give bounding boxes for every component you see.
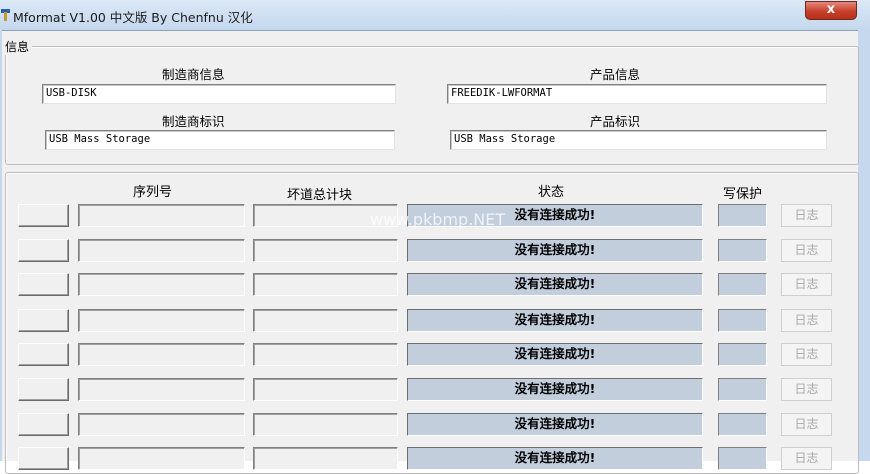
bad-blocks-field[interactable] <box>253 273 398 296</box>
product-id-label: 产品标识 <box>590 114 641 129</box>
write-protect-field <box>718 378 767 401</box>
device-select-button[interactable] <box>18 343 69 366</box>
manufacturer-info-label: 制造商信息 <box>162 67 225 82</box>
status-field: 没有连接成功! <box>407 273 703 296</box>
device-select-button[interactable] <box>18 239 69 262</box>
bad-blocks-field[interactable] <box>253 343 398 366</box>
bad-blocks-header: 坏道总计块 <box>287 188 353 203</box>
write-protect-field <box>718 343 767 366</box>
status-field: 没有连接成功! <box>407 378 703 401</box>
write-protect-header: 写保护 <box>723 187 763 202</box>
product-id-field[interactable]: USB Mass Storage <box>450 130 827 150</box>
serial-field[interactable] <box>78 447 245 470</box>
close-icon: x <box>826 2 836 17</box>
serial-field[interactable] <box>78 309 245 332</box>
manufacturer-id-field[interactable]: USB Mass Storage <box>45 130 395 150</box>
serial-field[interactable] <box>78 343 245 366</box>
serial-field[interactable] <box>78 204 245 227</box>
log-button[interactable]: 日志 <box>781 239 832 262</box>
product-info-label: 产品信息 <box>590 67 641 82</box>
manufacturer-info-field[interactable]: USB-DISK <box>42 84 396 104</box>
log-button[interactable]: 日志 <box>781 273 832 296</box>
bad-blocks-field[interactable] <box>253 378 398 401</box>
device-select-button[interactable] <box>18 309 69 332</box>
serial-field[interactable] <box>78 239 245 262</box>
window-frame-right <box>858 30 870 461</box>
device-select-button[interactable] <box>18 273 69 296</box>
bad-blocks-field[interactable] <box>253 204 398 227</box>
status-field: 没有连接成功! <box>407 239 703 262</box>
app-icon <box>1 9 10 21</box>
log-button[interactable]: 日志 <box>781 309 832 332</box>
device-select-button[interactable] <box>18 378 69 401</box>
write-protect-field <box>718 239 767 262</box>
manufacturer-id-label: 制造商标识 <box>162 114 225 129</box>
bad-blocks-field[interactable] <box>253 447 398 470</box>
write-protect-field <box>718 447 767 470</box>
serial-field[interactable] <box>78 413 245 436</box>
log-button[interactable]: 日志 <box>781 204 832 227</box>
bad-blocks-field[interactable] <box>253 413 398 436</box>
serial-field[interactable] <box>78 378 245 401</box>
write-protect-field <box>718 204 767 227</box>
status-field: 没有连接成功! <box>407 343 703 366</box>
serial-header: 序列号 <box>133 185 173 200</box>
log-button[interactable]: 日志 <box>781 378 832 401</box>
device-select-button[interactable] <box>18 447 69 470</box>
bad-blocks-field[interactable] <box>253 309 398 332</box>
device-select-button[interactable] <box>18 413 69 436</box>
bad-blocks-field[interactable] <box>253 239 398 262</box>
status-field: 没有连接成功! <box>407 309 703 332</box>
status-field: 没有连接成功! <box>407 413 703 436</box>
status-field: 没有连接成功! <box>407 447 703 470</box>
close-button[interactable]: x <box>805 1 857 20</box>
title-bar[interactable]: Mformat V1.00 中文版 By Chenfnu 汉化 x <box>0 0 870 30</box>
write-protect-field <box>718 309 767 332</box>
product-info-field[interactable]: FREEDIK-LWFORMAT <box>447 84 827 104</box>
serial-field[interactable] <box>78 273 245 296</box>
log-button[interactable]: 日志 <box>781 447 832 470</box>
log-button[interactable]: 日志 <box>781 413 832 436</box>
status-field: 没有连接成功! <box>407 204 703 227</box>
write-protect-field <box>718 273 767 296</box>
window-title: Mformat V1.00 中文版 By Chenfnu 汉化 <box>13 10 253 25</box>
write-protect-field <box>718 413 767 436</box>
status-header: 状态 <box>538 185 565 200</box>
log-button[interactable]: 日志 <box>781 343 832 366</box>
info-group-caption: 信息 <box>2 40 33 55</box>
device-select-button[interactable] <box>18 204 69 227</box>
